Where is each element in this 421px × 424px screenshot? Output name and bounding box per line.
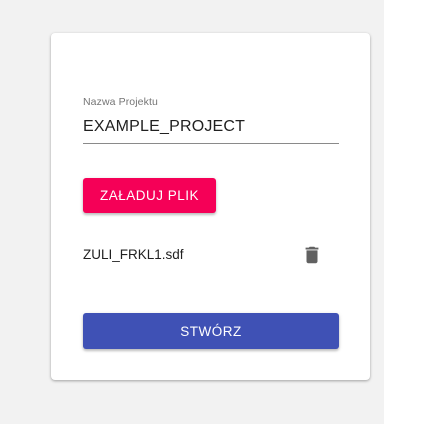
project-name-field: Nazwa Projektu — [83, 96, 339, 145]
project-name-input[interactable] — [83, 114, 339, 140]
page: { "form": { "project_name": { "label": "… — [0, 0, 421, 424]
project-name-label: Nazwa Projektu — [83, 96, 158, 108]
create-button[interactable]: STWÓRZ — [83, 313, 339, 349]
file-name: ZULI_FRKL1.sdf — [83, 247, 184, 262]
upload-file-button[interactable]: ZAŁADUJ PLIK — [83, 178, 216, 213]
project-name-underline — [83, 143, 339, 144]
create-button-label: STWÓRZ — [180, 323, 242, 339]
upload-file-button-label: ZAŁADUJ PLIK — [99, 188, 200, 203]
trash-icon[interactable] — [301, 244, 323, 266]
list-item: ZULI_FRKL1.sdf — [83, 240, 339, 270]
create-project-card: Nazwa Projektu ZAŁADUJ PLIK ZULI_FRKL1.s… — [51, 33, 370, 380]
right-panel-background — [384, 0, 421, 424]
